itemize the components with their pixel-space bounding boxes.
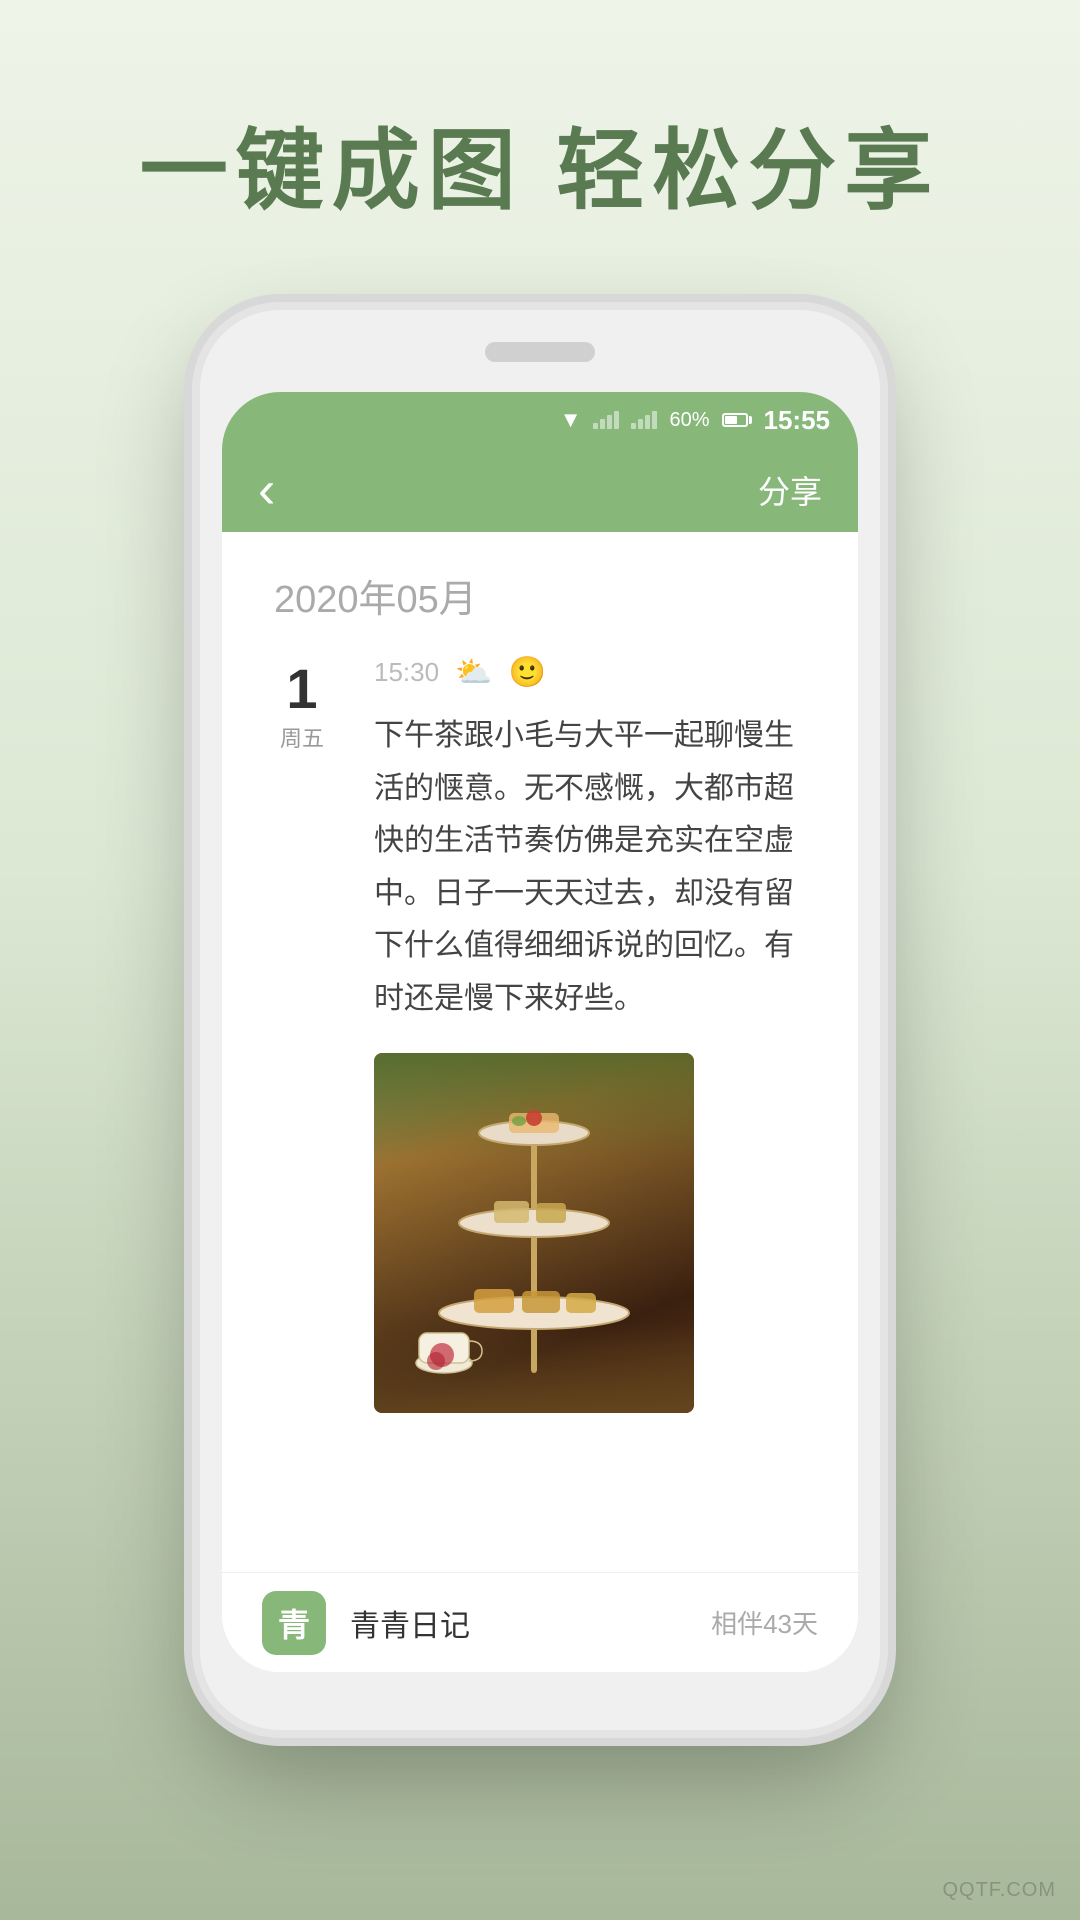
signal-icon-1 [593, 411, 619, 429]
mood-icon: 🙂 [508, 655, 545, 690]
phone-device: ▼ 60% [200, 310, 880, 1730]
main-title: 一键成图 轻松分享 [0, 0, 1080, 227]
status-time: 15:55 [764, 405, 831, 436]
diary-day-name: 周五 [258, 721, 346, 753]
diary-entry: 1 周五 15:30 ⛅ 🙂 下午茶跟小毛与大平一起聊慢生活的惬意。无不感慨，大… [222, 639, 858, 1572]
back-button[interactable]: ‹ [258, 464, 275, 516]
signal-icon-2 [631, 411, 657, 429]
diary-meta: 15:30 ⛅ 🙂 [374, 655, 822, 690]
battery-icon [722, 413, 752, 427]
diary-time: 15:30 [374, 657, 439, 688]
app-icon: 青 [262, 1591, 326, 1655]
screen-content: 2020年05月 1 周五 15:30 ⛅ 🙂 [222, 532, 858, 1672]
diary-image [374, 1053, 694, 1413]
wifi-icon: ▼ [560, 407, 582, 433]
watermark: QQTF.COM [942, 1879, 1056, 1902]
diary-text: 下午茶跟小毛与大平一起聊慢生活的惬意。无不感慨，大都市超快的生活节奏仿佛是充实在… [374, 710, 822, 1025]
app-name: 青青日记 [350, 1601, 470, 1645]
tea-stand-svg [404, 1093, 664, 1393]
app-footer: 青 青青日记 相伴43天 [222, 1572, 858, 1672]
app-bar: ‹ 分享 [222, 448, 858, 532]
share-button[interactable]: 分享 [758, 467, 822, 513]
phone-screen: ▼ 60% [222, 392, 858, 1672]
diary-date-column: 1 周五 [258, 655, 346, 1544]
phone-speaker [485, 342, 595, 362]
footer-left: 青 青青日记 [262, 1591, 470, 1655]
weather-icon: ⛅ [455, 655, 492, 690]
status-bar: ▼ 60% [222, 392, 858, 448]
page-background: 一键成图 轻松分享 ▼ [0, 0, 1080, 1920]
month-header: 2020年05月 [222, 532, 858, 639]
diary-day-number: 1 [258, 661, 346, 717]
battery-percent: 60% [669, 409, 709, 432]
diary-entry-body: 15:30 ⛅ 🙂 下午茶跟小毛与大平一起聊慢生活的惬意。无不感慨，大都市超快的… [346, 655, 822, 1544]
companion-text: 相伴43天 [711, 1604, 818, 1641]
